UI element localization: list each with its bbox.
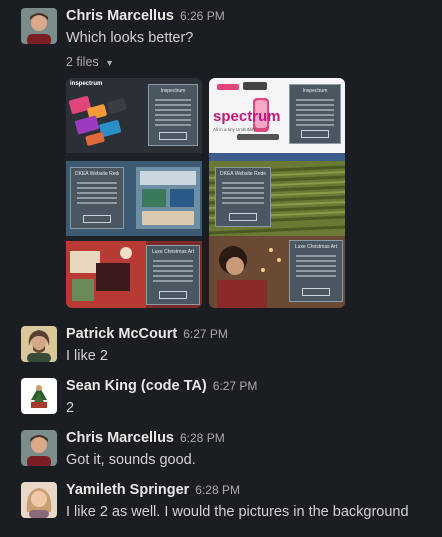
- sender-name[interactable]: Chris Marcellus 6:28 PM: [66, 430, 225, 446]
- avatar[interactable]: [21, 378, 57, 414]
- tagline: All in a tiny Unit/utility: [213, 127, 256, 132]
- message-text: I like 2: [66, 348, 108, 364]
- view-button: [159, 132, 187, 140]
- caret-down-icon: ▼: [105, 58, 115, 68]
- sender-name[interactable]: Sean King (code TA) 6:27 PM: [66, 378, 257, 394]
- project-panel: Luxe Christmas Art: [289, 240, 343, 302]
- timestamp[interactable]: 6:28 PM: [195, 483, 240, 497]
- files-toggle[interactable]: 2 files ▼: [66, 55, 114, 69]
- file-thumbnail-2[interactable]: spectrum All in a tiny Unit/utility Insp…: [209, 78, 345, 308]
- view-button: [301, 130, 329, 138]
- avatar[interactable]: [21, 326, 57, 362]
- project-panel: Luxe Christmas Art: [146, 245, 200, 305]
- message: Patrick McCourt 6:27 PM I like 2: [0, 318, 442, 368]
- view-button: [83, 215, 111, 223]
- view-button: [229, 213, 257, 221]
- message-text: Which looks better?: [66, 30, 194, 46]
- sender-name[interactable]: Chris Marcellus 6:26 PM: [66, 8, 225, 24]
- project-panel: DKEA Website Redesign: [215, 167, 271, 227]
- avatar[interactable]: [21, 482, 57, 518]
- message: Chris Marcellus 6:26 PM Which looks bette…: [0, 0, 442, 315]
- brand-logo: inspectrum: [70, 81, 103, 87]
- message-text: I like 2 as well. I would the pictures i…: [66, 504, 409, 520]
- project-panel: DKEA Website Redesign: [70, 167, 124, 229]
- avatar[interactable]: [21, 8, 57, 44]
- brand-logo: spectrum: [213, 108, 281, 125]
- message: Sean King (code TA) 6:27 PM 2: [0, 370, 442, 420]
- project-panel: Inspectrum: [148, 84, 198, 146]
- view-button: [302, 288, 330, 296]
- message: Chris Marcellus 6:28 PM Got it, sounds go…: [0, 422, 442, 472]
- avatar[interactable]: [21, 430, 57, 466]
- message-text: 2: [66, 400, 75, 416]
- timestamp[interactable]: 6:27 PM: [183, 327, 228, 341]
- view-button: [159, 291, 187, 299]
- file-thumbnail-1[interactable]: inspectrum Inspectrum DKEA Website Redes…: [66, 78, 202, 308]
- project-panel: Inspectrum: [289, 84, 341, 144]
- message: Yamileth Springer 6:28 PM I like 2 as wel…: [0, 474, 442, 534]
- timestamp[interactable]: 6:26 PM: [180, 9, 225, 23]
- timestamp[interactable]: 6:28 PM: [180, 431, 225, 445]
- sender-name[interactable]: Yamileth Springer 6:28 PM: [66, 482, 240, 498]
- message-text: Got it, sounds good.: [66, 452, 196, 468]
- timestamp[interactable]: 6:27 PM: [213, 379, 258, 393]
- sender-name[interactable]: Patrick McCourt 6:27 PM: [66, 326, 228, 342]
